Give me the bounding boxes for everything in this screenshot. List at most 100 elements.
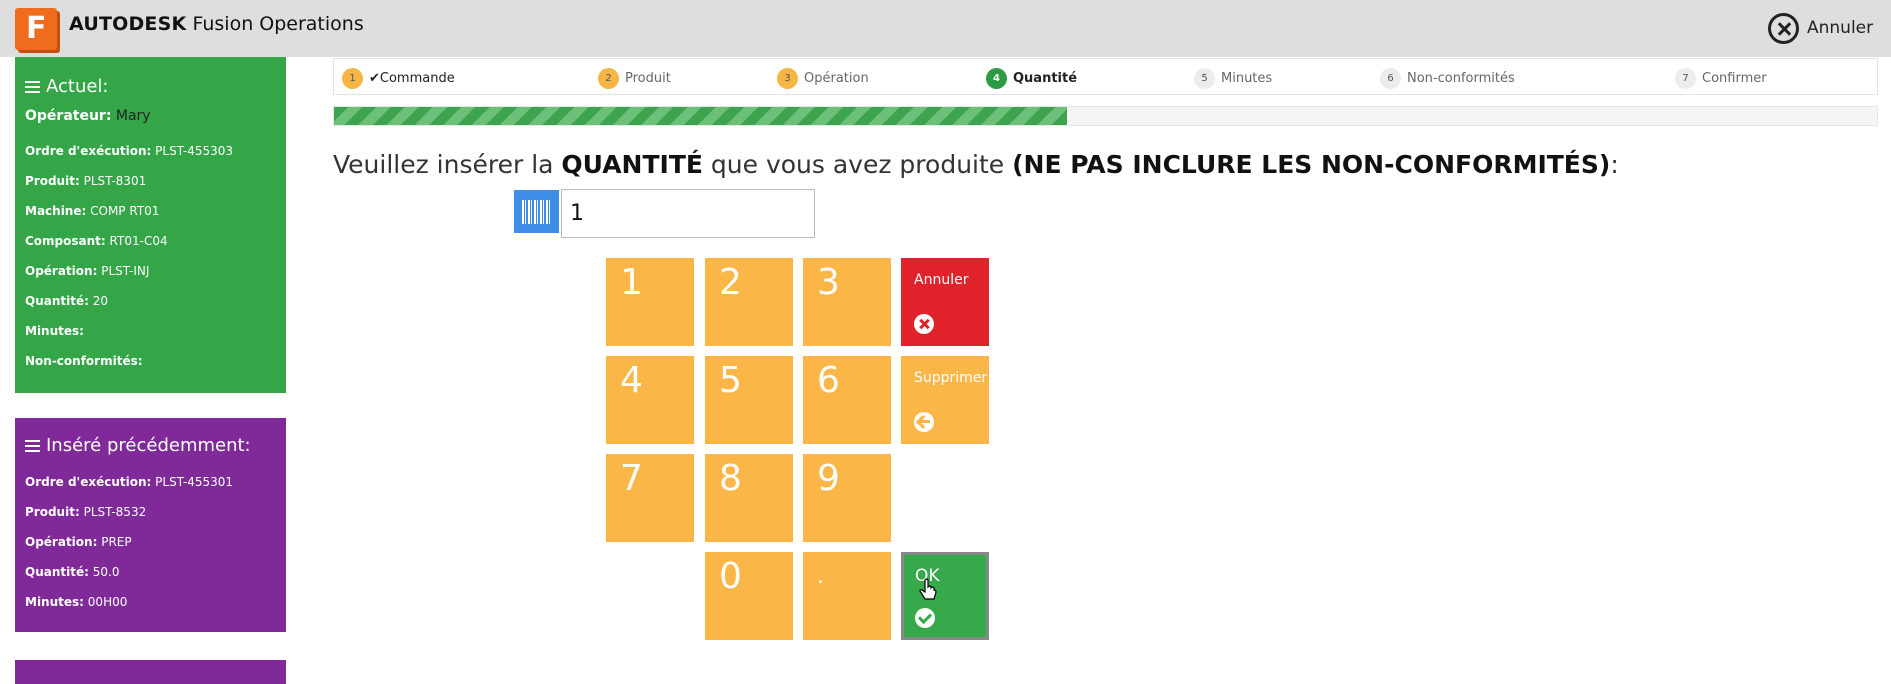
quantity-prompt: Veuillez insérer la QUANTITÉ que vous av…: [333, 150, 1619, 179]
key-8[interactable]: 8: [705, 454, 793, 542]
current-title-text: Actuel:: [46, 76, 109, 97]
progress-bar: [333, 106, 1878, 126]
barcode-icon: [521, 199, 552, 224]
step-7: 7 Confirmer: [1675, 68, 1767, 89]
step-label: Quantité: [1013, 71, 1078, 86]
key-digit: 9: [817, 458, 840, 499]
step-number: 4: [986, 68, 1007, 89]
cancel-label: Annuler: [914, 272, 969, 288]
prompt-part4: (NE PAS INCLURE LES NON-CONFORMITÉS): [1012, 150, 1611, 179]
info-row: Minutes:: [25, 324, 84, 338]
info-row: Opération: PLST-INJ: [25, 264, 149, 278]
step-label: Opération: [804, 71, 869, 86]
step-number: 5: [1194, 68, 1215, 89]
step-5: 5 Minutes: [1194, 68, 1272, 89]
operator-row: Opérateur: Mary: [25, 108, 151, 124]
top-bar: F AUTODESK Fusion Operations Annuler: [0, 0, 1891, 57]
cancel-top-button[interactable]: Annuler: [1768, 12, 1873, 44]
key-7[interactable]: 7: [606, 454, 694, 542]
step-2: 2 Produit: [598, 68, 671, 89]
app-title: AUTODESK Fusion Operations: [69, 13, 364, 35]
info-label: Produit:: [25, 174, 80, 188]
info-row: Ordre d'exécution: PLST-455301: [25, 475, 233, 489]
cancel-button[interactable]: Annuler: [901, 258, 989, 346]
step-number: 2: [598, 68, 619, 89]
info-value: PLST-INJ: [101, 264, 150, 278]
info-value: 20: [92, 294, 109, 308]
delete-button[interactable]: Supprimer: [901, 356, 989, 444]
prompt-part2: QUANTITÉ: [561, 150, 703, 179]
barcode-scan-button[interactable]: [514, 190, 559, 233]
key-digit: 1: [620, 262, 643, 303]
key-0[interactable]: 0: [705, 552, 793, 640]
key-4[interactable]: 4: [606, 356, 694, 444]
step-number: 3: [777, 68, 798, 89]
key-digit: 3: [817, 262, 840, 303]
info-value: COMP RT01: [90, 204, 160, 218]
step-label: ✔Commande: [369, 71, 455, 86]
info-value: PREP: [101, 535, 132, 549]
next-panel: [15, 660, 286, 684]
info-value: 50.0: [92, 565, 120, 579]
info-label: Ordre d'exécution:: [25, 144, 152, 158]
current-panel: Actuel: Opérateur: Mary Ordre d'exécutio…: [15, 57, 286, 393]
current-title: Actuel:: [25, 76, 109, 97]
step-number: 1: [342, 68, 363, 89]
key-digit: 7: [620, 458, 643, 499]
key-decimal[interactable]: .: [803, 552, 891, 640]
key-digit: 0: [719, 556, 742, 597]
info-value: PLST-8532: [83, 505, 147, 519]
key-digit: .: [817, 564, 824, 589]
info-value: 00H00: [87, 595, 128, 609]
info-row: Ordre d'exécution: PLST-455303: [25, 144, 233, 158]
key-1[interactable]: 1: [606, 258, 694, 346]
step-label: Minutes: [1221, 71, 1273, 86]
info-row: Non-conformités:: [25, 354, 143, 368]
prompt-part5: :: [1610, 150, 1619, 179]
hand-cursor-icon: [919, 578, 937, 600]
info-label: Opération:: [25, 264, 98, 278]
step-4: 4 Quantité: [986, 68, 1077, 89]
step-number: 6: [1380, 68, 1401, 89]
menu-icon: [25, 439, 40, 452]
brand-rest: Fusion Operations: [186, 13, 364, 35]
previous-panel: Inséré précédemment: Ordre d'exécution: …: [15, 418, 286, 632]
info-label: Ordre d'exécution:: [25, 475, 152, 489]
info-label: Machine:: [25, 204, 87, 218]
operator-label: Opérateur:: [25, 108, 112, 124]
ok-button[interactable]: OK: [901, 552, 989, 640]
info-label: Opération:: [25, 535, 98, 549]
check-circle-icon: [915, 608, 935, 628]
step-label: Confirmer: [1702, 71, 1767, 86]
info-row: Produit: PLST-8532: [25, 505, 146, 519]
info-value: RT01-C04: [109, 234, 168, 248]
key-digit: 6: [817, 360, 840, 401]
previous-title-text: Inséré précédemment:: [46, 435, 251, 456]
arrow-left-circle-icon: [914, 412, 934, 432]
info-value: PLST-455301: [155, 475, 234, 489]
info-value: PLST-8301: [83, 174, 147, 188]
app-logo: F: [15, 8, 57, 50]
prompt-part3: que vous avez produite: [702, 150, 1013, 179]
quantity-input[interactable]: [561, 189, 815, 238]
key-digit: 2: [719, 262, 742, 303]
info-value: PLST-455303: [155, 144, 234, 158]
info-row: Quantité: 20: [25, 294, 108, 308]
delete-label: Supprimer: [914, 370, 988, 386]
logo-letter: F: [26, 11, 47, 46]
progress-fill: [334, 107, 1067, 125]
key-5[interactable]: 5: [705, 356, 793, 444]
key-3[interactable]: 3: [803, 258, 891, 346]
key-2[interactable]: 2: [705, 258, 793, 346]
brand-bold: AUTODESK: [69, 13, 187, 35]
menu-icon: [25, 80, 40, 93]
step-1: 1 ✔Commande: [342, 68, 455, 89]
close-circle-icon: [914, 314, 934, 334]
key-6[interactable]: 6: [803, 356, 891, 444]
step-label: Non-conformités: [1407, 71, 1515, 86]
cancel-top-label: Annuler: [1807, 18, 1874, 38]
step-label: Produit: [625, 71, 671, 86]
key-9[interactable]: 9: [803, 454, 891, 542]
info-row: Quantité: 50.0: [25, 565, 119, 579]
previous-title: Inséré précédemment:: [25, 435, 251, 456]
